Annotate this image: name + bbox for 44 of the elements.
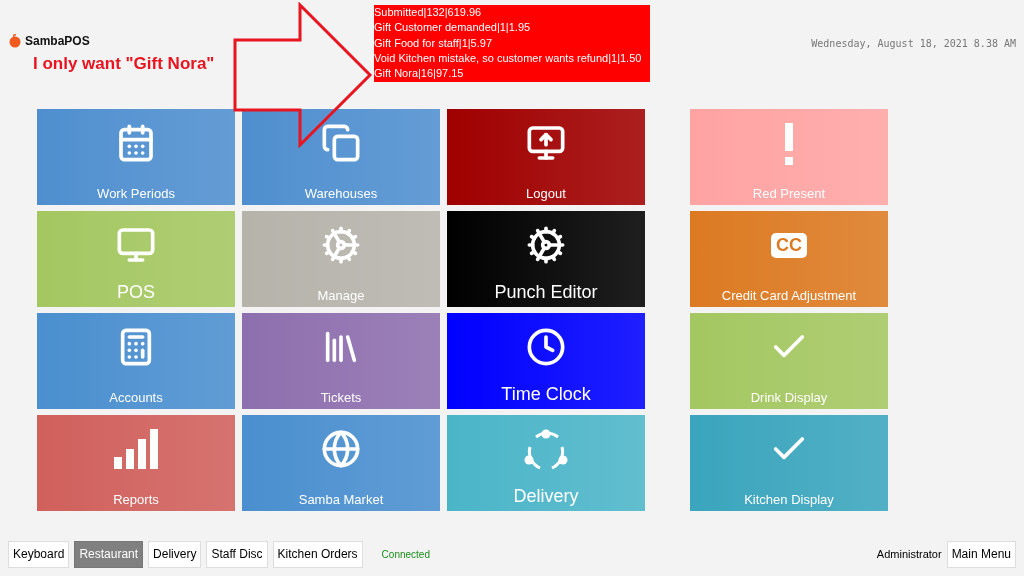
menu-tile[interactable]: Time Clock (447, 313, 645, 409)
menu-tile[interactable]: CC Credit Card Adjustment (690, 211, 888, 307)
menu-tile[interactable]: Logout (447, 109, 645, 205)
menu-tile[interactable]: Drink Display (690, 313, 888, 409)
toolbar-button[interactable]: Keyboard (8, 540, 70, 568)
menu-tile[interactable]: Red Present (690, 109, 888, 205)
toolbar-button[interactable]: Restaurant (74, 540, 144, 568)
report-line: Gift Nora|16|97.15 (374, 66, 465, 82)
report-line: Void Kitchen mistake, so customer wants refund|1|1.50 (374, 50, 643, 66)
toolbar-button[interactable]: Staff Disc (206, 540, 268, 568)
clock-icon (526, 327, 566, 367)
menu-tile[interactable]: Manage (242, 211, 440, 307)
cc-badge: CC (771, 233, 807, 258)
globe-icon (321, 429, 361, 469)
menu-tile[interactable]: Kitchen Display (690, 415, 888, 511)
date-time: Wednesday, August 18, 2021 8.38 AM (811, 38, 1016, 49)
menu-tile[interactable]: Tickets (242, 313, 440, 409)
menu-tile[interactable]: POS (37, 211, 235, 307)
menu-tile[interactable]: Warehouses (242, 109, 440, 205)
menu-tile[interactable]: Work Periods (37, 109, 235, 205)
monitor-icon (116, 225, 156, 265)
menu-tile[interactable]: Delivery (447, 415, 645, 511)
user-name: Administrator (876, 548, 942, 560)
exclamation-icon (782, 123, 796, 165)
calendar-icon (116, 123, 156, 163)
toolbar-button[interactable]: Delivery (148, 540, 202, 568)
menu-tile[interactable]: Reports (37, 415, 235, 511)
report-line: Gift Food for staff|1|5.97 (374, 35, 494, 51)
gear-icon (321, 225, 361, 265)
monitor-up-icon (526, 123, 566, 163)
app-name: SambaPOS (25, 34, 90, 48)
main-menu-button[interactable]: Main Menu (946, 540, 1016, 568)
report-line: Submitted|132|619.96 (374, 5, 483, 20)
gear-icon (526, 225, 566, 265)
toolbar-button[interactable]: Kitchen Orders (272, 540, 363, 568)
annotation-note: I only want "Gift Nora" (33, 54, 215, 74)
bar-chart-icon (114, 429, 158, 469)
menu-tile[interactable]: Samba Market (242, 415, 440, 511)
menu-tile[interactable]: Accounts (37, 313, 235, 409)
copy-icon (321, 123, 361, 163)
connection-status: Connected (381, 548, 430, 560)
logo-icon (8, 34, 22, 48)
menu-tile[interactable]: Punch Editor (447, 211, 645, 307)
report-line: Gift Customer demanded|1|1.95 (374, 20, 532, 36)
